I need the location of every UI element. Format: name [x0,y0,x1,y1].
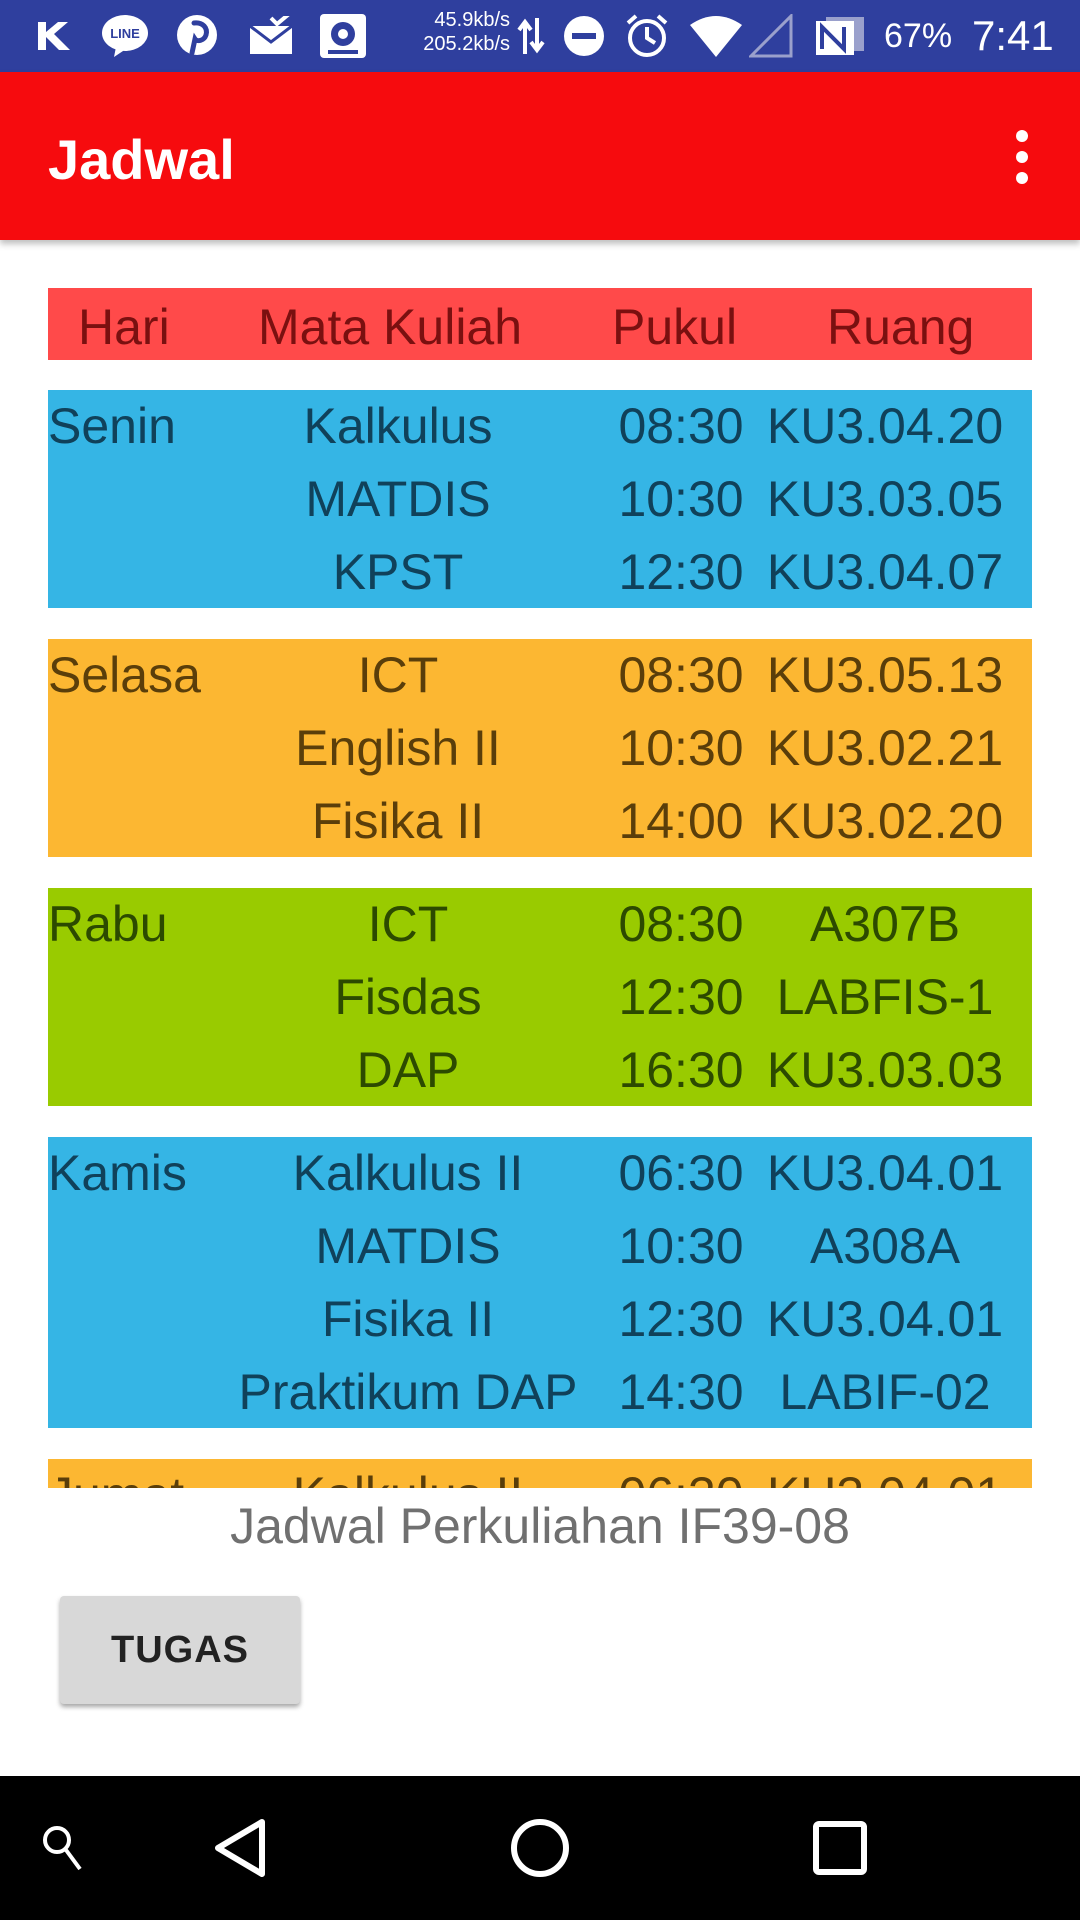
day-block-jumat: Jumat Kalkulus II 06:30 KU3.04.01 [48,1459,1032,1488]
data-transfer-icon [514,12,548,60]
table-row: MATDIS 10:30 A308A [48,1210,1032,1282]
course-cell: Kalkulus [303,398,493,454]
table-row: Kalkulus II 06:30 KU3.04.01 [48,1459,1032,1488]
room-cell: KU3.02.21 [766,720,1004,776]
time-cell: 12:30 [618,1291,744,1347]
net-down-speed: 205.2kb/s [423,33,510,55]
table-row: Kalkulus 08:30 KU3.04.20 [48,390,1032,462]
table-row: Fisika II 14:00 KU3.02.20 [48,785,1032,857]
room-cell: KU3.04.01 [750,1459,1020,1488]
recents-icon[interactable] [800,1812,880,1884]
status-clock: 7:41 [972,12,1054,59]
mail-check-icon [244,12,298,60]
room-cell: KU3.02.20 [766,793,1004,849]
course-cell: Kalkulus II [188,1459,628,1488]
time-cell: 08:30 [618,647,744,703]
more-vert-icon[interactable] [994,122,1050,192]
time-cell: 10:30 [618,471,744,527]
cell-signal-icon [748,12,794,60]
course-cell: MATDIS [305,471,491,527]
course-cell: ICT [367,896,449,952]
time-cell: 12:30 [618,544,744,600]
room-cell: A307B [809,896,961,952]
day-block-selasa: Selasa ICT 08:30 KU3.05.13 English II 10… [48,639,1032,857]
wifi-icon [688,12,744,60]
header-room: Ruang [827,299,975,355]
course-cell: Fisika II [321,1291,495,1347]
time-cell: 16:30 [618,1042,744,1098]
battery-percent: 67% [884,17,953,55]
menu-dot [1016,151,1028,163]
time-cell: 08:30 [618,896,744,952]
home-icon[interactable] [500,1812,580,1884]
day-block-kamis: Kamis Kalkulus II 06:30 KU3.04.01 MATDIS… [48,1137,1032,1428]
time-cell: 10:30 [618,720,744,776]
search-icon[interactable] [30,1812,94,1884]
table-header-row: Hari Mata Kuliah Pukul Ruang [48,288,1032,360]
nfc-icon [812,12,868,60]
tugas-button[interactable]: TUGAS [60,1596,300,1704]
table-row: English II 10:30 KU3.02.21 [48,712,1032,784]
back-icon[interactable] [200,1812,280,1884]
navigation-bar [0,1776,1080,1920]
screen-record-icon [316,12,370,60]
room-cell: KU3.05.13 [766,647,1004,703]
day-block-senin: Senin Kalkulus 08:30 KU3.04.20 MATDIS 10… [48,390,1032,608]
room-cell: KU3.04.01 [766,1291,1004,1347]
course-cell: Fisdas [334,969,482,1025]
course-cell: MATDIS [315,1218,501,1274]
course-cell: DAP [356,1042,460,1098]
header-course: Mata Kuliah [258,299,523,355]
course-cell: ICT [357,647,439,703]
room-cell: KU3.04.01 [766,1145,1004,1201]
table-row: ICT 08:30 A307B [48,888,1032,960]
course-cell: English II [295,720,501,776]
time-cell: 08:30 [618,398,744,454]
schedule-caption: Jadwal Perkuliahan IF39-08 [230,1498,850,1554]
pinterest-icon [172,12,222,60]
room-cell: KU3.03.05 [766,471,1004,527]
do-not-disturb-icon [560,12,608,60]
net-up-speed: 45.9kb/s [434,9,510,31]
network-speed: 45.9kb/s 205.2kb/s [410,8,510,56]
time-cell: 14:00 [618,793,744,849]
table-row: ICT 08:30 KU3.05.13 [48,639,1032,711]
room-cell: A308A [809,1218,961,1274]
line-icon: LINE [98,12,152,60]
table-row: Praktikum DAP 14:30 LABIF-02 [48,1356,1032,1428]
table-row: DAP 16:30 KU3.03.03 [48,1034,1032,1106]
menu-dot [1016,172,1028,184]
room-cell: LABFIS-1 [776,969,994,1025]
time-cell: 14:30 [618,1364,744,1420]
time-cell: 06:30 [618,1145,744,1201]
table-row: Fisdas 12:30 LABFIS-1 [48,961,1032,1033]
status-bar: LINE 45.9kb/s 205.2kb/s 67% 7:41 [0,0,1080,72]
time-cell: 10:30 [618,1218,744,1274]
alarm-icon [622,12,672,60]
app-title: Jadwal [48,128,235,191]
course-cell: Kalkulus II [292,1145,524,1201]
table-row: Fisika II 12:30 KU3.04.01 [48,1283,1032,1355]
svg-text:LINE: LINE [110,26,140,41]
course-cell: Praktikum DAP [238,1364,578,1420]
time-cell: 12:30 [618,969,744,1025]
schedule-list[interactable]: Senin Kalkulus 08:30 KU3.04.20 MATDIS 10… [48,360,1032,1488]
room-cell: KU3.03.03 [766,1042,1004,1098]
table-row: Kalkulus II 06:30 KU3.04.01 [48,1137,1032,1209]
day-block-rabu: Rabu ICT 08:30 A307B Fisdas 12:30 LABFIS… [48,888,1032,1106]
table-row: MATDIS 10:30 KU3.03.05 [48,463,1032,535]
header-time: Pukul [612,299,738,355]
k-app-icon [28,12,76,60]
room-cell: KU3.04.07 [766,544,1004,600]
menu-dot [1016,130,1028,142]
course-cell: Fisika II [311,793,485,849]
course-cell: KPST [332,544,464,600]
time-cell: 06:30 [606,1459,756,1488]
app-bar: Jadwal [0,72,1080,240]
room-cell: LABIF-02 [779,1364,991,1420]
header-day: Hari [78,299,170,355]
room-cell: KU3.04.20 [766,398,1004,454]
table-row: KPST 12:30 KU3.04.07 [48,536,1032,608]
